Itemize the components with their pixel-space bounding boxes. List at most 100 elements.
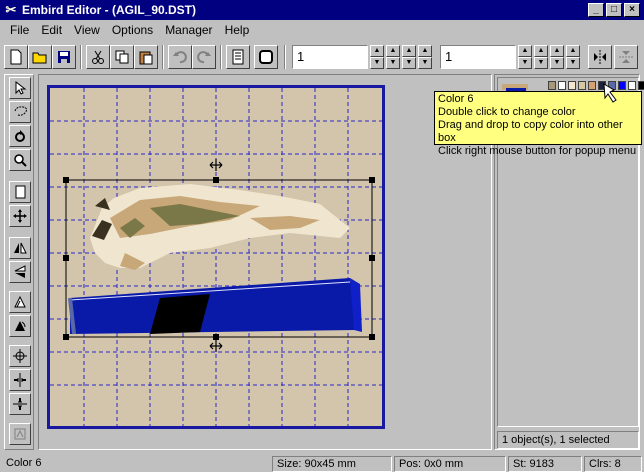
tooltip-line-drag: Drag and drop to copy color into other b…	[438, 119, 623, 144]
spin-down-1a[interactable]: ▼	[370, 57, 384, 69]
page-icon	[15, 185, 26, 199]
save-button[interactable]	[52, 45, 76, 69]
select-tool-button[interactable]	[9, 77, 31, 99]
undo-button[interactable]	[168, 45, 192, 69]
toolbar-separator	[220, 45, 222, 69]
zoom-tool-button[interactable]	[9, 149, 31, 171]
flip-horizontal-button[interactable]	[9, 237, 31, 259]
color-swatch-4[interactable]	[578, 81, 586, 90]
resize-arrow-top-icon[interactable]	[209, 159, 223, 171]
spin-up-2b[interactable]: ▲	[534, 45, 548, 57]
mirror-vertical-icon	[619, 51, 633, 63]
flip-vertical-button[interactable]	[9, 261, 31, 283]
toolbar-separator	[284, 45, 286, 69]
menu-view[interactable]: View	[68, 23, 106, 37]
stitch-tool-button[interactable]	[9, 423, 31, 445]
center-tool-button[interactable]	[9, 345, 31, 367]
mirror-horizontal-button[interactable]	[588, 45, 612, 69]
menu-manager[interactable]: Manager	[159, 23, 218, 37]
magnifier-icon	[14, 154, 27, 167]
redo-icon	[197, 51, 211, 64]
rotate-icon	[15, 130, 25, 142]
document-list-icon	[232, 49, 244, 65]
flip-vertical-icon	[14, 265, 26, 278]
spin-up-2a[interactable]: ▲	[518, 45, 532, 57]
status-size: Size: 90x45 mm	[272, 456, 392, 472]
spin-up-1d[interactable]: ▲	[418, 45, 432, 57]
skew-icon	[14, 295, 26, 308]
spin-up-1b[interactable]: ▲	[386, 45, 400, 57]
mirror-horizontal-icon	[594, 50, 606, 64]
copy-icon	[115, 50, 129, 64]
flip-horizontal-icon	[14, 242, 27, 254]
toolbar: 1 ▲ ▼ ▲ ▼ ▲ ▼ ▲ ▼ 1 ▲ ▼ ▲ ▼ ▲ ▼ ▲ ▼	[0, 41, 644, 73]
close-button[interactable]: ×	[624, 3, 640, 17]
lasso-tool-button[interactable]	[9, 101, 31, 123]
menu-file[interactable]: File	[4, 23, 35, 37]
design-canvas[interactable]	[50, 88, 382, 426]
color-swatch-2[interactable]	[558, 81, 566, 90]
embroidery-hoop[interactable]	[47, 85, 385, 429]
color-swatch-10[interactable]	[638, 81, 644, 90]
scissors-icon	[92, 50, 104, 64]
spin-down-2d[interactable]: ▼	[566, 57, 580, 69]
rotate-tool-button[interactable]	[9, 125, 31, 147]
spin-down-1b[interactable]: ▼	[386, 57, 400, 69]
spin-up-2c[interactable]: ▲	[550, 45, 564, 57]
redo-button[interactable]	[192, 45, 216, 69]
new-file-button[interactable]	[4, 45, 28, 69]
spin-up-2d[interactable]: ▲	[566, 45, 580, 57]
spin-up-1c[interactable]: ▲	[402, 45, 416, 57]
move-cross-icon	[13, 209, 27, 223]
page-tool-button[interactable]	[9, 181, 31, 203]
new-file-icon	[10, 49, 22, 65]
tooltip-line-rightclick: Click right mouse button for popup menu	[438, 145, 637, 157]
stop-square-icon	[259, 50, 273, 64]
menu-options[interactable]: Options	[106, 23, 159, 37]
embird-app-icon[interactable]: ✂	[3, 2, 19, 18]
stop-button[interactable]	[254, 45, 278, 69]
paste-button[interactable]	[134, 45, 158, 69]
move-tool-button[interactable]	[9, 205, 31, 227]
window-title: Embird Editor - (AGIL_90.DST)	[22, 3, 197, 17]
color-swatch-1[interactable]	[548, 81, 556, 90]
jumping-dog-embroidery[interactable]	[90, 184, 350, 270]
open-file-button[interactable]	[28, 45, 52, 69]
spin-down-1d[interactable]: ▼	[418, 57, 432, 69]
menu-help[interactable]: Help	[219, 23, 256, 37]
spin-down-2a[interactable]: ▼	[518, 57, 532, 69]
spin-down-2b[interactable]: ▼	[534, 57, 548, 69]
value-input-2[interactable]: 1	[440, 45, 516, 69]
mirror-vertical-button[interactable]	[614, 45, 638, 69]
cut-button[interactable]	[86, 45, 110, 69]
color-swatch-3[interactable]	[568, 81, 576, 90]
properties-button[interactable]	[226, 45, 250, 69]
rotate-shape-button[interactable]	[9, 315, 31, 337]
color-swatch-5[interactable]	[588, 81, 596, 90]
spin-down-1c[interactable]: ▼	[402, 57, 416, 69]
align-horizontal-button[interactable]	[9, 393, 31, 415]
tooltip-line-doubleclick: Double click to change color	[438, 106, 576, 118]
rotate-shape-icon	[15, 321, 26, 331]
menu-edit[interactable]: Edit	[35, 23, 68, 37]
lasso-icon	[14, 106, 27, 116]
design-workspace[interactable]	[38, 74, 492, 450]
undo-icon	[173, 51, 187, 64]
skew-tool-button[interactable]	[9, 291, 31, 313]
hand-cursor-icon	[603, 83, 617, 103]
maximize-button[interactable]: □	[606, 3, 622, 17]
status-bar: Color 6 Size: 90x45 mm Pos: 0x0 mm St: 9…	[0, 454, 644, 472]
color-swatch-9[interactable]	[628, 81, 636, 90]
save-disk-icon	[58, 51, 70, 63]
spin-up-1a[interactable]: ▲	[370, 45, 384, 57]
copy-button[interactable]	[110, 45, 134, 69]
value-input-1[interactable]: 1	[292, 45, 368, 69]
toolbar-separator	[162, 45, 164, 69]
minimize-button[interactable]: _	[588, 3, 604, 17]
align-vertical-button[interactable]	[9, 369, 31, 391]
left-tool-palette	[4, 74, 34, 450]
resize-arrow-bottom-icon[interactable]	[209, 340, 223, 352]
spin-down-2c[interactable]: ▼	[550, 57, 564, 69]
toolbar-separator	[80, 45, 82, 69]
color-palette[interactable]	[548, 81, 644, 91]
